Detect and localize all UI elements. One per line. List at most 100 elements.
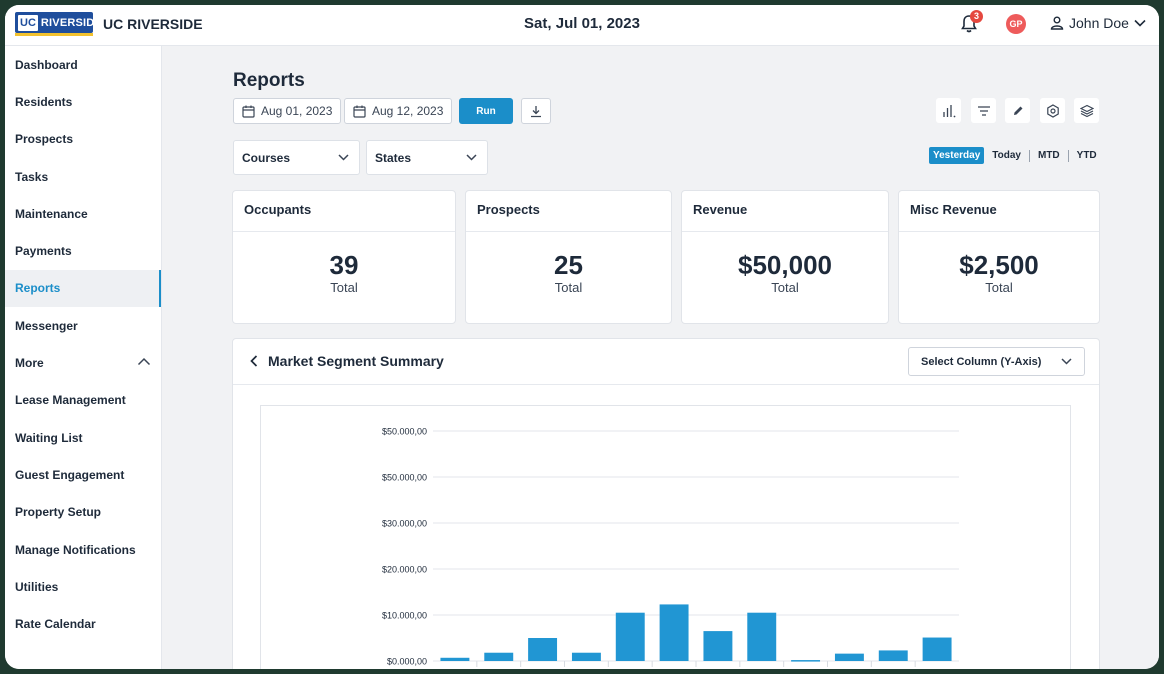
states-dropdown[interactable]: States	[366, 140, 488, 175]
chevron-left-icon	[250, 355, 258, 367]
stat-card-value: $50,000	[738, 250, 832, 280]
y-tick-label: $10.000,00	[382, 611, 427, 621]
stat-card-revenue: Revenue $50,000 Total	[681, 190, 889, 324]
notifications-button[interactable]: 3	[960, 10, 983, 36]
chart-bar[interactable]	[834, 653, 864, 661]
sidebar-item-manage-notifications[interactable]: Manage Notifications	[5, 531, 161, 568]
filter-icon	[977, 105, 990, 116]
page-title: Reports	[233, 70, 305, 91]
sidebar-item-rate-calendar[interactable]: Rate Calendar	[5, 605, 161, 642]
chart-bar[interactable]	[922, 637, 952, 661]
logo-uc-mark: UC	[18, 14, 38, 31]
y-tick-label: $0.000,00	[387, 657, 427, 667]
period-ytd[interactable]: YTD	[1073, 147, 1101, 164]
sidebar-item-label: Reports	[15, 281, 61, 296]
start-date-picker[interactable]: Aug 01, 2023	[233, 98, 342, 124]
sidebar-item-tasks[interactable]: Tasks	[5, 158, 161, 195]
chart-bar[interactable]	[878, 650, 908, 661]
stat-card-subtitle: Total	[771, 280, 799, 295]
chevron-down-icon	[1061, 358, 1072, 365]
stat-card-title: Revenue	[682, 191, 888, 232]
chart-bar[interactable]	[659, 604, 689, 661]
end-date-picker[interactable]: Aug 12, 2023	[344, 98, 453, 124]
stat-card-title: Misc Revenue	[899, 191, 1099, 232]
sidebar-item-guest-engagement[interactable]: Guest Engagement	[5, 456, 161, 493]
chart-view-button[interactable]	[936, 98, 961, 123]
stat-card-prospects: Prospects 25 Total	[465, 190, 672, 324]
sidebar-item-label: Utilities	[15, 579, 59, 594]
download-icon	[531, 105, 541, 117]
sidebar-item-label: Tasks	[15, 169, 49, 184]
calendar-icon	[242, 105, 255, 118]
stat-card-value: 25	[554, 250, 583, 280]
chart-bar[interactable]	[747, 612, 777, 661]
layers-icon	[1079, 104, 1094, 117]
chart-bar[interactable]	[791, 660, 821, 662]
stat-card-value: 39	[329, 250, 359, 280]
back-button[interactable]: Market Segment Summary	[250, 353, 444, 369]
chart-bar[interactable]	[703, 631, 733, 661]
start-date-value: Aug 01, 2023	[261, 104, 333, 118]
y-tick-label: $30.000,00	[382, 519, 427, 529]
courses-dropdown[interactable]: Courses	[233, 140, 360, 175]
logo-wordmark: RIVERSIDE	[40, 16, 102, 29]
stat-card-subtitle: Total	[985, 280, 1013, 295]
layers-button[interactable]	[1074, 98, 1099, 123]
courses-dropdown-label: Courses	[242, 150, 291, 165]
user-menu[interactable]: John Doe	[1050, 15, 1146, 31]
market-segment-bar-chart: $50.000,00 $50.000,00 $30.000,00 $20.000,00…	[382, 427, 959, 667]
settings-button[interactable]	[1040, 98, 1065, 123]
sidebar-item-more[interactable]: More	[5, 344, 161, 381]
period-yesterday[interactable]: Yesterday	[929, 147, 985, 164]
sidebar-item-waiting-list[interactable]: Waiting List	[5, 419, 161, 456]
stat-card-value: $2,500	[959, 250, 1039, 280]
y-axis-column-select[interactable]: Select Column (Y-Axis)	[908, 347, 1085, 376]
stat-card-misc-revenue: Misc Revenue $2,500 Total	[898, 190, 1100, 324]
chart-bar[interactable]	[615, 612, 645, 661]
app-window: UC RIVERSIDE UC RIVERSIDE Sat, Jul 01, 2…	[5, 5, 1159, 669]
bar-chart-icon	[942, 104, 955, 117]
sidebar-item-label: Manage Notifications	[15, 542, 136, 557]
period-today[interactable]: Today	[988, 147, 1025, 164]
end-date-value: Aug 12, 2023	[372, 104, 444, 118]
sidebar-item-label: Dashboard	[15, 57, 78, 72]
download-button[interactable]	[521, 98, 551, 124]
sidebar-item-lease-management[interactable]: Lease Management	[5, 382, 161, 419]
edit-button[interactable]	[1005, 98, 1030, 123]
settings-icon	[1046, 103, 1059, 118]
sidebar-item-residents[interactable]: Residents	[5, 83, 161, 120]
chevron-down-icon	[338, 154, 349, 161]
top-bar: UC RIVERSIDE UC RIVERSIDE Sat, Jul 01, 2…	[5, 5, 1159, 46]
stat-card-subtitle: Total	[330, 280, 358, 295]
filter-button[interactable]	[971, 98, 996, 123]
sidebar-item-maintenance[interactable]: Maintenance	[5, 195, 161, 232]
calendar-icon	[353, 105, 366, 118]
sidebar-item-label: Guest Engagement	[15, 467, 125, 482]
main-content: Reports Aug 01, 2023 Aug 12, 2023 Run Co…	[162, 46, 1159, 669]
stat-card-title: Occupants	[233, 191, 455, 232]
notification-count-badge: 3	[970, 10, 983, 23]
sidebar-item-utilities[interactable]: Utilities	[5, 568, 161, 605]
y-axis-select-placeholder: Select Column (Y-Axis)	[921, 355, 1042, 368]
chart-bar[interactable]	[528, 638, 558, 661]
sidebar-item-label: Property Setup	[15, 505, 102, 520]
sidebar-item-property-setup[interactable]: Property Setup	[5, 494, 161, 531]
sidebar-item-messenger[interactable]: Messenger	[5, 307, 161, 344]
avatar[interactable]: GP	[1006, 14, 1026, 34]
run-button[interactable]: Run	[459, 98, 513, 124]
sidebar-item-payments[interactable]: Payments	[5, 232, 161, 269]
chart-bar[interactable]	[571, 652, 601, 661]
sidebar-item-reports[interactable]: Reports	[5, 269, 161, 308]
y-tick-label: $50.000,00	[382, 473, 427, 483]
chevron-up-icon	[137, 358, 151, 366]
chart-bar[interactable]	[440, 657, 470, 661]
university-logo[interactable]: UC RIVERSIDE	[15, 12, 102, 36]
chart-bar[interactable]	[484, 652, 514, 661]
sidebar-item-label: Payments	[15, 244, 72, 259]
panel-title: Market Segment Summary	[268, 353, 444, 369]
sidebar-item-dashboard[interactable]: Dashboard	[5, 46, 161, 83]
logo-stripe	[15, 33, 93, 36]
period-mtd[interactable]: MTD	[1034, 147, 1064, 164]
sidebar-item-prospects[interactable]: Prospects	[5, 121, 161, 158]
sidebar-item-label: Residents	[15, 94, 73, 109]
